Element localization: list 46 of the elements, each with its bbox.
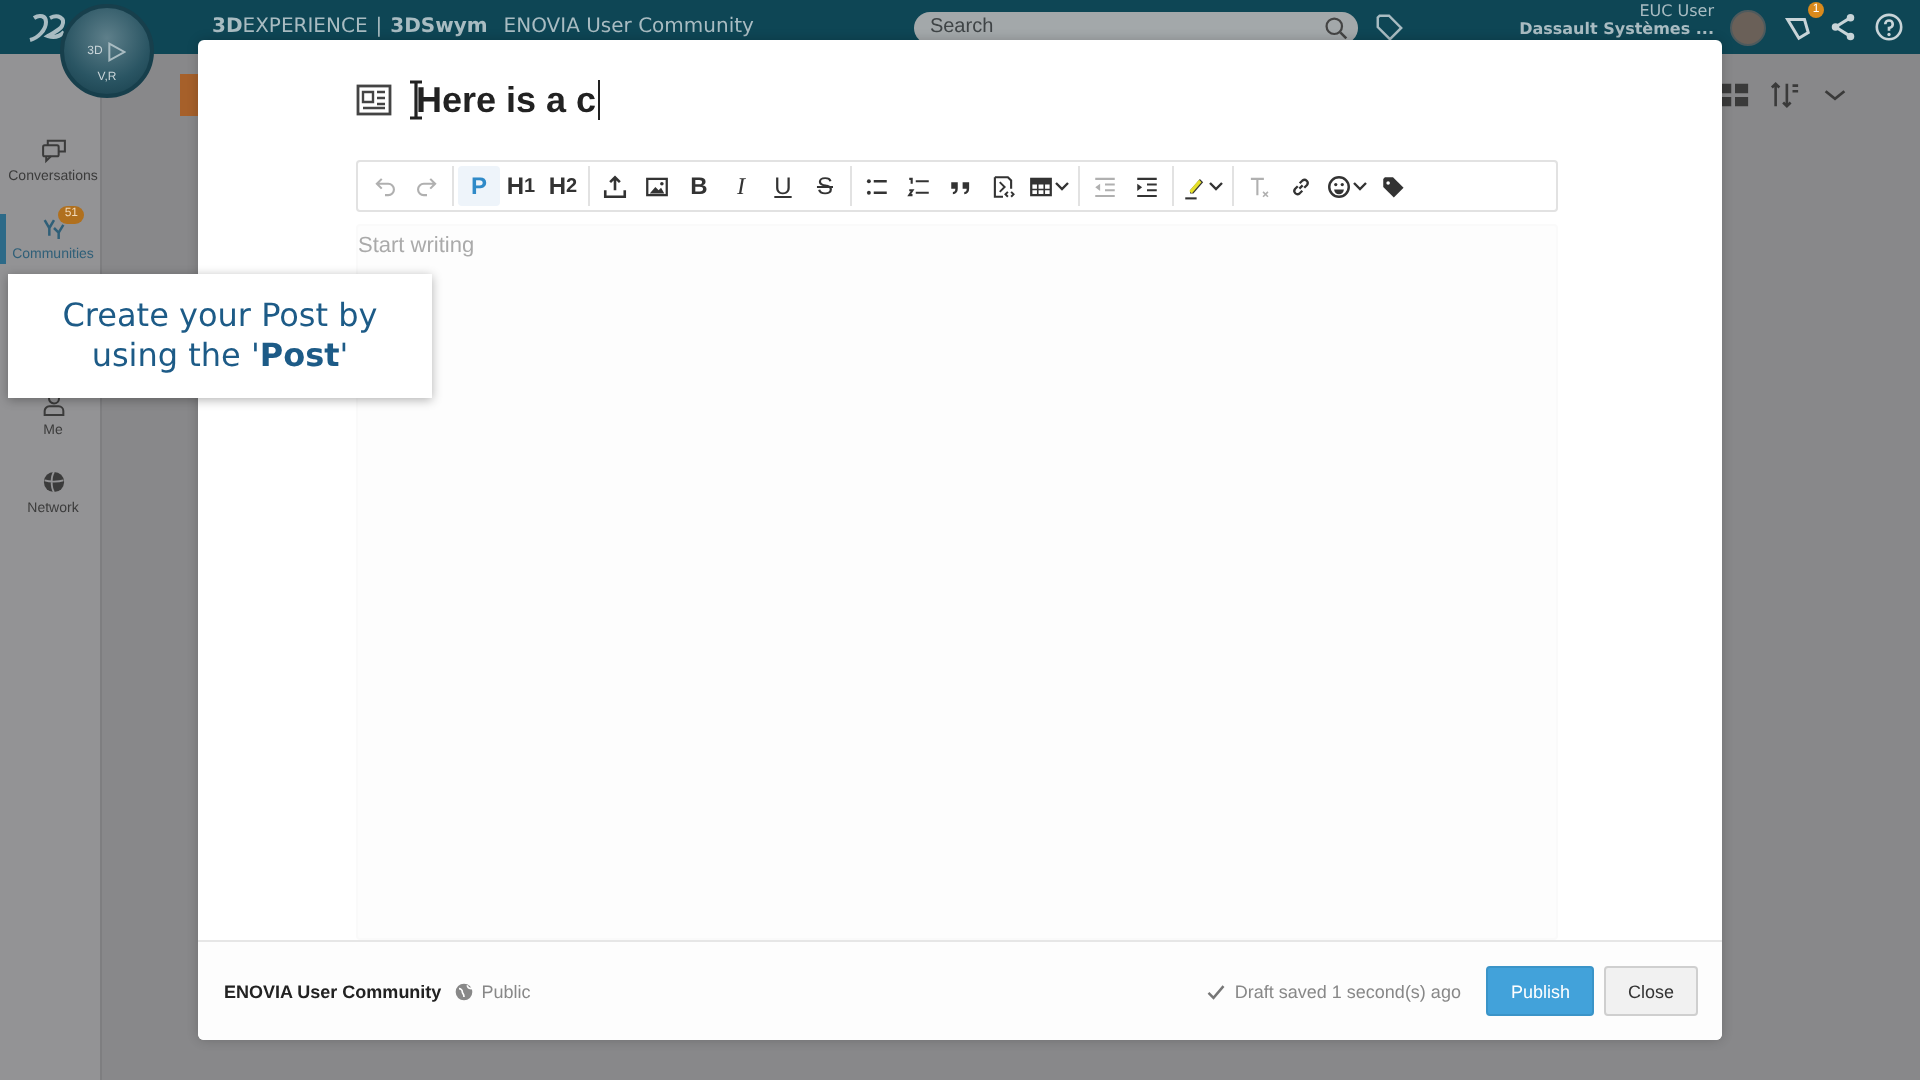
sort-icon[interactable] xyxy=(1770,80,1800,110)
underline-button[interactable]: U xyxy=(762,166,804,206)
check-icon xyxy=(1206,981,1227,1001)
communities-icon xyxy=(39,214,67,242)
app-name: 3DSwym xyxy=(390,16,488,38)
strikethrough-button[interactable]: S xyxy=(804,166,846,206)
link-icon xyxy=(1288,173,1314,199)
share-icon[interactable] xyxy=(1828,12,1858,42)
upload-icon xyxy=(602,173,628,199)
table-icon xyxy=(1028,173,1054,199)
draft-status: Draft saved 1 second(s) ago xyxy=(1234,981,1461,1001)
post-tooltip: Create your Post by using the 'Post' xyxy=(8,274,432,398)
help-icon[interactable] xyxy=(1874,12,1904,42)
globe-icon xyxy=(39,468,67,496)
notification-icon[interactable] xyxy=(1782,12,1812,42)
user-name: EUC User xyxy=(1639,2,1714,20)
grid-view-icon[interactable] xyxy=(1720,80,1750,110)
tag-icon[interactable] xyxy=(1373,12,1404,42)
undo-icon xyxy=(372,173,398,199)
outdent-icon xyxy=(1092,173,1118,199)
globe-icon xyxy=(453,981,474,1001)
user-company: Dassault Systèmes ... xyxy=(1519,20,1714,38)
highlighter-icon xyxy=(1182,173,1208,199)
search-icon xyxy=(1323,15,1348,39)
numbered-list-icon xyxy=(906,173,932,199)
conversations-icon xyxy=(39,136,67,164)
image-icon xyxy=(644,173,670,199)
brand-name: 3DEXPERIENCE xyxy=(212,16,368,38)
redo-icon xyxy=(414,173,440,199)
indent-icon xyxy=(1134,173,1160,199)
bulleted-list-icon xyxy=(864,173,890,199)
clear-format-icon xyxy=(1246,173,1272,199)
community-title: ENOVIA User Community xyxy=(503,16,754,38)
separator: | xyxy=(375,16,383,38)
close-button[interactable]: Close xyxy=(1603,966,1698,1016)
search-field[interactable]: Search xyxy=(913,11,1358,43)
italic-button[interactable]: I xyxy=(720,166,762,206)
document-icon xyxy=(356,84,392,116)
bold-button[interactable]: B xyxy=(678,166,720,206)
tag-icon xyxy=(1380,173,1406,199)
visibility-label: Public xyxy=(481,981,531,1001)
embed-icon xyxy=(990,173,1016,199)
smiley-icon xyxy=(1326,173,1352,199)
community-name: ENOVIA User Community xyxy=(224,981,442,1001)
post-title-field[interactable]: Here is a c xyxy=(416,80,601,120)
play-icon xyxy=(106,41,127,61)
